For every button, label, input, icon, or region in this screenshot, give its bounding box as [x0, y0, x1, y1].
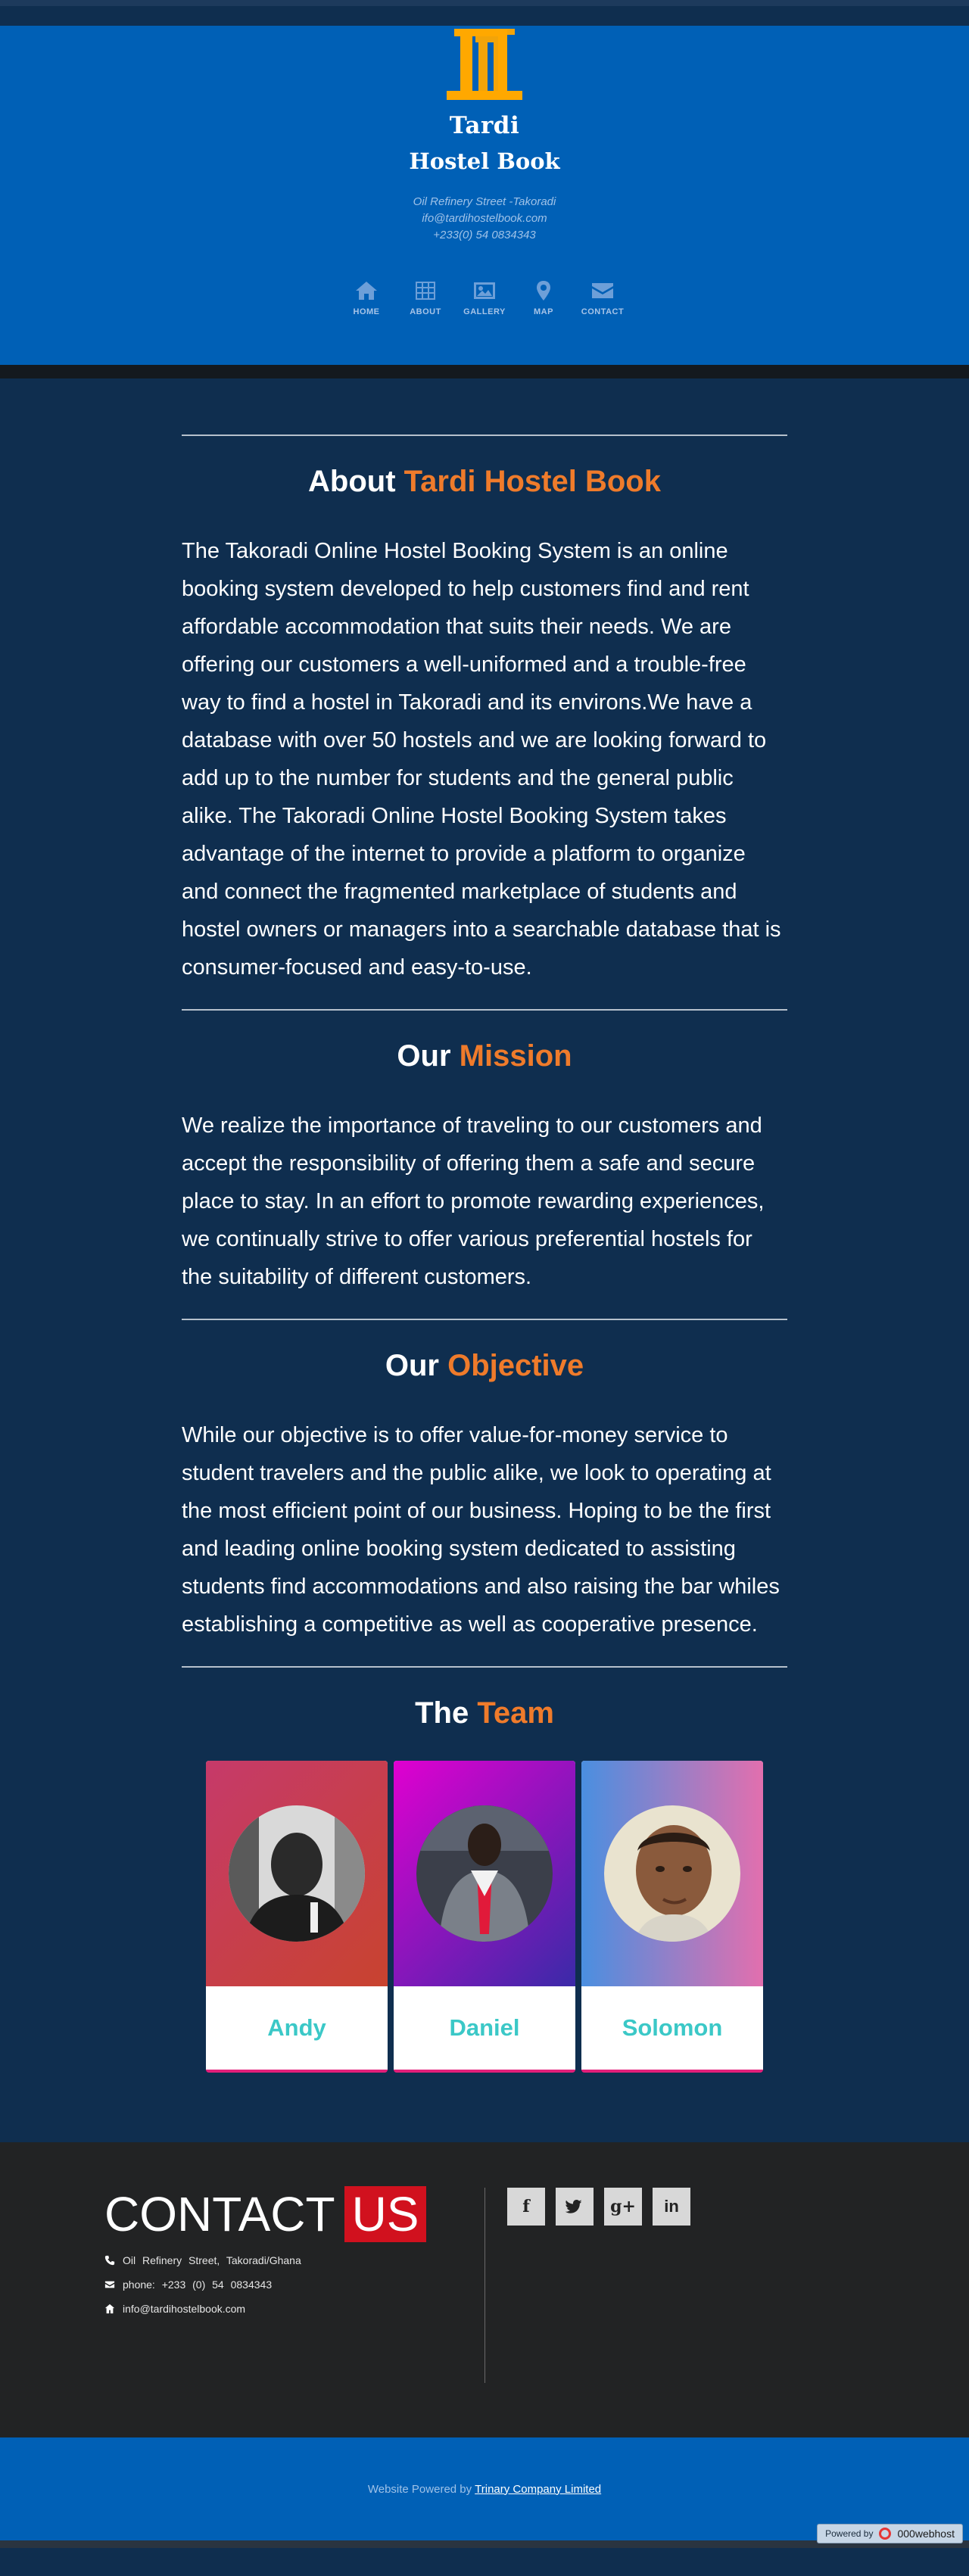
- team-member-name: Daniel: [449, 2014, 520, 2041]
- about-title-prefix: About: [308, 465, 396, 498]
- top-bar: [0, 0, 969, 6]
- twitter-bird-icon: [566, 2200, 582, 2213]
- objective-body: While our objective is to offer value-fo…: [182, 1423, 780, 1637]
- home-icon: [356, 282, 377, 300]
- company-link[interactable]: Trinary Company Limited: [475, 2483, 601, 2496]
- nav-label: GALLERY: [463, 307, 506, 316]
- header-address-block: Oil Refinery Street -Takoradi ifo@tardih…: [0, 194, 969, 244]
- section-divider: [182, 1319, 787, 1320]
- about-title: About Tardi Hostel Book: [182, 465, 787, 499]
- nav-home[interactable]: HOME: [337, 280, 396, 316]
- webhost-logo-icon: [879, 2528, 892, 2540]
- logo-icon[interactable]: [445, 26, 524, 101]
- home-icon: [104, 2303, 115, 2314]
- phone-icon: [104, 2255, 115, 2266]
- team-card-andy[interactable]: Andy: [206, 1761, 388, 2073]
- footer-strip: Powered by 000webhost: [0, 2524, 969, 2548]
- host-badge[interactable]: Powered by 000webhost: [817, 2524, 963, 2543]
- mission-body: We realize the importance of traveling t…: [182, 1114, 765, 1289]
- mission-title-accent: Mission: [459, 1039, 572, 1073]
- team-section: The Team Andy Daniel Solomon: [182, 1696, 787, 2073]
- nav-label: HOME: [353, 307, 380, 316]
- nav-label: ABOUT: [410, 307, 441, 316]
- objective-title-accent: Objective: [447, 1349, 584, 1382]
- nav-about[interactable]: ABOUT: [396, 280, 455, 316]
- section-divider: [182, 1666, 787, 1668]
- header-address: Oil Refinery Street -Takoradi: [413, 195, 556, 208]
- objective-title-prefix: Our: [385, 1349, 439, 1382]
- contact-info: CONTACT US Oil Refinery Street, Takoradi…: [104, 2186, 483, 2315]
- avatar: [416, 1805, 553, 1942]
- facebook-icon[interactable]: f: [507, 2188, 545, 2226]
- contact-phone: phone: +233 (0) 54 0834343: [104, 2279, 483, 2291]
- nav-gallery[interactable]: GALLERY: [455, 280, 514, 316]
- contact-title-text: CONTACT: [104, 2187, 335, 2241]
- google-plus-icon[interactable]: g+: [604, 2188, 642, 2226]
- site-header: Tardi Hostel Book Oil Refinery Street -T…: [0, 26, 969, 365]
- brand-name: Tardi: [449, 112, 520, 139]
- contact-footer: CONTACT US Oil Refinery Street, Takoradi…: [0, 2142, 969, 2437]
- team-title-accent: Team: [477, 1696, 554, 1730]
- section-divider: [182, 435, 787, 436]
- nav-contact[interactable]: CONTACT: [573, 280, 632, 316]
- main-content: About Tardi Hostel Book The Takoradi Onl…: [182, 378, 787, 2073]
- twitter-icon[interactable]: [556, 2188, 594, 2226]
- about-body: The Takoradi Online Hostel Booking Syste…: [182, 539, 781, 980]
- card-header: [581, 1761, 763, 1986]
- header-email: ifo@tardihostelbook.com: [422, 212, 547, 225]
- mission-title: Our Mission: [182, 1039, 787, 1073]
- contact-title: CONTACT US: [104, 2186, 483, 2242]
- social-links: f g+ in: [507, 2188, 690, 2226]
- grid-icon: [416, 282, 435, 300]
- nav-label: MAP: [534, 307, 553, 316]
- nav-label: CONTACT: [581, 307, 625, 316]
- envelope-icon: [592, 283, 613, 298]
- mission-section: Our Mission We realize the importance of…: [182, 1039, 787, 1296]
- objective-section: Our Objective While our objective is to …: [182, 1349, 787, 1643]
- image-icon: [474, 282, 495, 299]
- mission-title-prefix: Our: [397, 1039, 451, 1073]
- team-card-daniel[interactable]: Daniel: [394, 1761, 575, 2073]
- avatar: [604, 1805, 740, 1942]
- powered-by-text: Website Powered by: [367, 2482, 472, 2496]
- header-divider: [0, 365, 969, 378]
- about-section: About Tardi Hostel Book The Takoradi Onl…: [182, 465, 787, 986]
- team-card-solomon[interactable]: Solomon: [581, 1761, 763, 2073]
- section-divider: [182, 1009, 787, 1011]
- contact-divider: [484, 2188, 485, 2383]
- contact-address: Oil Refinery Street, Takoradi/Ghana: [104, 2254, 483, 2266]
- objective-title: Our Objective: [182, 1349, 787, 1383]
- contact-email[interactable]: info@tardihostelbook.com: [104, 2303, 483, 2315]
- team-member-name: Andy: [267, 2014, 326, 2041]
- brand-subname: Hostel Book: [409, 148, 560, 174]
- nav-map[interactable]: MAP: [514, 280, 573, 316]
- main-nav: HOME ABOUT GALLERY MAP CONTACT: [0, 280, 969, 316]
- contact-title-highlight: US: [344, 2186, 427, 2242]
- team-cards: Andy Daniel Solomon: [182, 1761, 787, 2073]
- linkedin-icon[interactable]: in: [653, 2188, 690, 2226]
- team-title: The Team: [182, 1696, 787, 1730]
- host-badge-name: 000webhost: [897, 2528, 955, 2540]
- card-header: [206, 1761, 388, 1986]
- team-member-name: Solomon: [622, 2014, 723, 2041]
- about-title-accent: Tardi Hostel Book: [403, 465, 661, 498]
- header-phone: +233(0) 54 0834343: [433, 229, 536, 241]
- avatar: [229, 1805, 365, 1942]
- map-pin-icon: [537, 281, 550, 301]
- card-header: [394, 1761, 575, 1986]
- team-title-prefix: The: [415, 1696, 469, 1730]
- host-badge-prefix: Powered by: [825, 2528, 874, 2539]
- envelope-icon: [104, 2281, 115, 2288]
